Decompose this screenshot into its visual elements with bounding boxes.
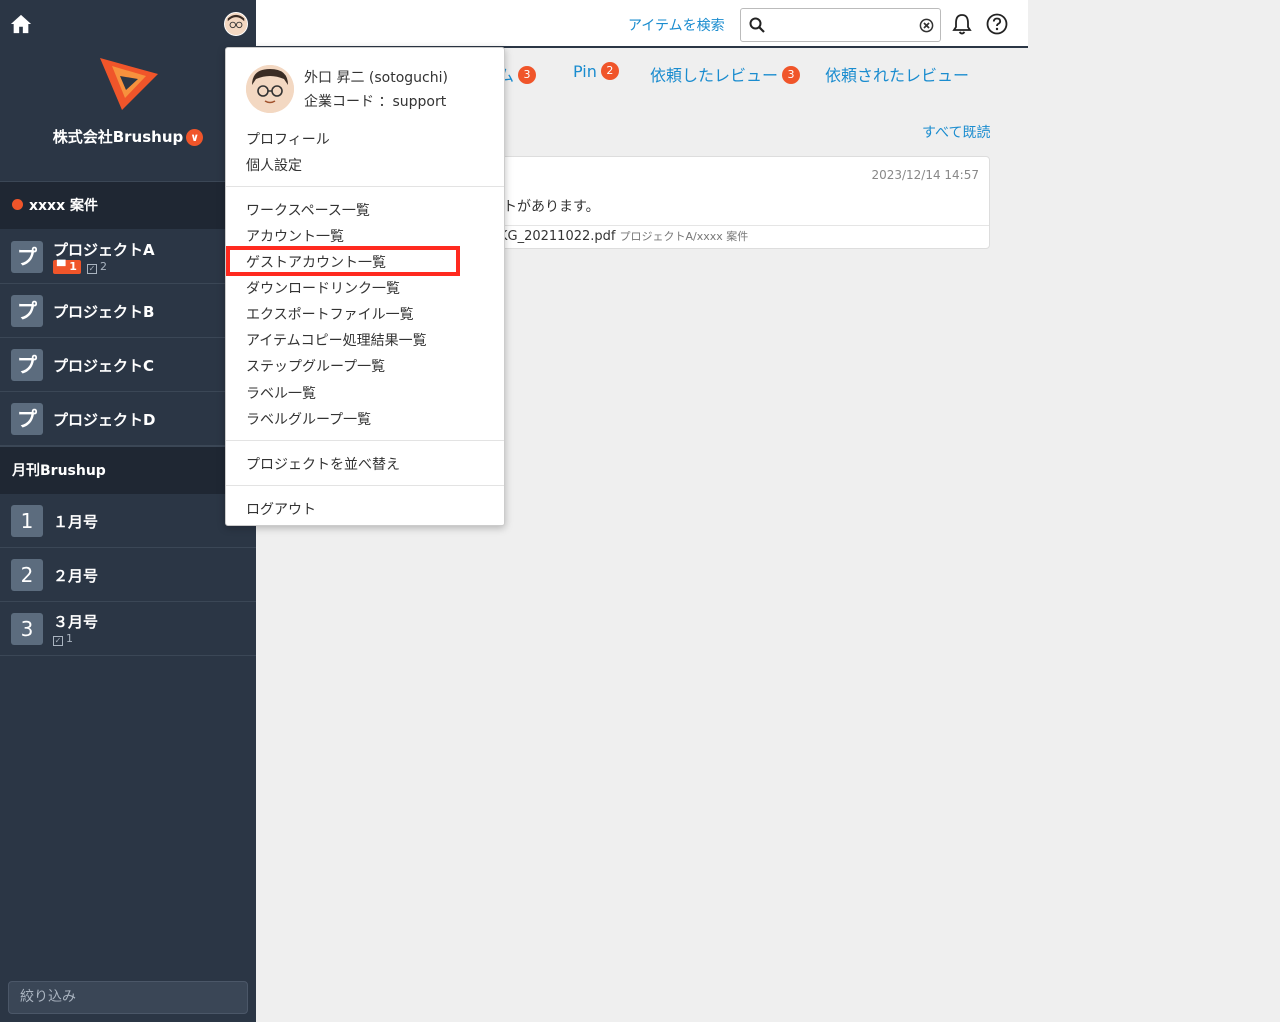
task-count-badge: ✓ 2: [86, 260, 107, 274]
home-icon[interactable]: [10, 13, 32, 35]
notification-message: ントがあります。: [489, 199, 600, 215]
menu-item-accounts[interactable]: アカウント一覧: [246, 226, 344, 246]
help-icon[interactable]: [986, 13, 1008, 35]
user-avatar-button[interactable]: [224, 12, 248, 36]
project-icon: プ: [11, 403, 43, 435]
workspace-header-monthly[interactable]: 月刊Brushup: [0, 446, 256, 494]
search-input[interactable]: [740, 8, 941, 42]
avatar-face-icon: [246, 65, 294, 113]
top-bar: アイテムを検索: [256, 0, 1028, 48]
clear-search-icon[interactable]: [919, 18, 934, 33]
sidebar-filter-input[interactable]: 絞り込み: [8, 981, 248, 1014]
brushup-logo-icon: [100, 58, 158, 110]
tab-count-badge: 2: [600, 62, 619, 80]
search-icon: [749, 17, 765, 33]
project-icon: プ: [11, 349, 43, 381]
project-icon: 1: [11, 505, 43, 537]
tab-count-badge: 3: [782, 66, 801, 84]
notification-date: 2023/12/14 14:57: [871, 168, 979, 182]
menu-item-label-groups[interactable]: ラベルグループ一覧: [246, 409, 371, 429]
menu-item-item-copy-results[interactable]: アイテムコピー処理結果一覧: [246, 330, 427, 350]
project-name: プロジェクトA: [53, 241, 155, 259]
sidebar-item-project-c[interactable]: プ プロジェクトC: [0, 338, 256, 392]
mark-all-read-link[interactable]: すべて既読: [922, 122, 990, 142]
sidebar-item-jan[interactable]: 1 １月号: [0, 494, 256, 548]
sidebar: 株式会社Brushup ∨ xxxx 案件 プ プロジェクトA ▀ 1 ✓ 2 プ プ…: [0, 0, 256, 1022]
bell-icon[interactable]: [952, 13, 972, 35]
project-name: プロジェクトD: [53, 411, 156, 429]
menu-divider: [226, 485, 504, 486]
project-badges: ▀ 1 ✓ 2: [53, 260, 107, 274]
sidebar-item-project-a[interactable]: プ プロジェクトA ▀ 1 ✓ 2: [0, 230, 256, 284]
checkbox-icon: ✓: [53, 636, 63, 646]
user-name: 外口 昇二 (sotoguchi): [304, 70, 448, 86]
tab-requested-reviews[interactable]: 依頼したレビュー 3: [650, 62, 801, 86]
project-name: プロジェクトB: [53, 303, 155, 321]
project-name: ２月号: [53, 567, 99, 585]
project-name: ３月号: [53, 613, 99, 631]
chevron-down-icon[interactable]: ∨: [186, 129, 204, 146]
menu-item-profile[interactable]: プロフィール: [246, 129, 330, 149]
notification-path: プロジェクトA/xxxx 案件: [619, 230, 749, 243]
sidebar-item-mar[interactable]: 3 ３月号 ✓ 1: [0, 602, 256, 656]
workspace-header-xxxx[interactable]: xxxx 案件: [0, 181, 256, 229]
sidebar-item-project-d[interactable]: プ プロジェクトD: [0, 392, 256, 446]
project-icon: プ: [11, 295, 43, 327]
project-name: １月号: [53, 513, 99, 531]
menu-item-step-groups[interactable]: ステップグループ一覧: [246, 356, 385, 376]
menu-item-logout[interactable]: ログアウト: [246, 499, 316, 519]
project-badges: ✓ 1: [53, 632, 73, 646]
notification-card[interactable]: 2023/12/14 14:57 ントがあります。 KG_20211022.pd…: [420, 156, 990, 249]
sidebar-item-feb[interactable]: 2 ２月号: [0, 548, 256, 602]
avatar-face-icon: [225, 13, 247, 35]
menu-item-personal-settings[interactable]: 個人設定: [246, 155, 302, 175]
menu-item-workspaces[interactable]: ワークスペース一覧: [246, 200, 370, 220]
project-name: プロジェクトC: [53, 357, 155, 375]
user-dropdown-menu: 外口 昇二 (sotoguchi) 企業コード ：support プロフィール …: [225, 47, 505, 526]
comment-count-badge: ▀ 1: [53, 260, 81, 274]
menu-item-labels[interactable]: ラベル一覧: [246, 383, 316, 403]
notification-file[interactable]: KG_20211022.pdf: [499, 229, 615, 244]
highlight-box: [226, 246, 460, 276]
menu-item-export-files[interactable]: エクスポートファイル一覧: [246, 304, 414, 324]
org-name[interactable]: 株式会社Brushup ∨: [0, 126, 256, 147]
project-icon: 2: [11, 559, 43, 591]
user-avatar: [246, 65, 294, 113]
notification-footer: KG_20211022.pdf プロジェクトA/xxxx 案件: [421, 225, 989, 248]
tab-count-badge: 3: [518, 66, 537, 84]
workspace-dot-icon: [12, 199, 23, 210]
menu-item-download-links[interactable]: ダウンロードリンク一覧: [246, 278, 400, 298]
menu-item-sort-projects[interactable]: プロジェクトを並べ替え: [246, 454, 400, 474]
project-icon: 3: [11, 613, 43, 645]
tab-received-reviews[interactable]: 依頼されたレビュー: [825, 62, 969, 86]
project-icon: プ: [11, 241, 43, 273]
sidebar-item-project-b[interactable]: プ プロジェクトB: [0, 284, 256, 338]
task-count-badge: ✓ 1: [53, 632, 73, 646]
menu-divider: [226, 440, 504, 441]
menu-divider: [226, 186, 504, 187]
company-code: 企業コード ：support: [304, 94, 447, 110]
tab-pin[interactable]: Pin 2: [573, 62, 619, 81]
checkbox-icon: ✓: [86, 264, 97, 274]
search-items-link[interactable]: アイテムを検索: [628, 15, 725, 35]
